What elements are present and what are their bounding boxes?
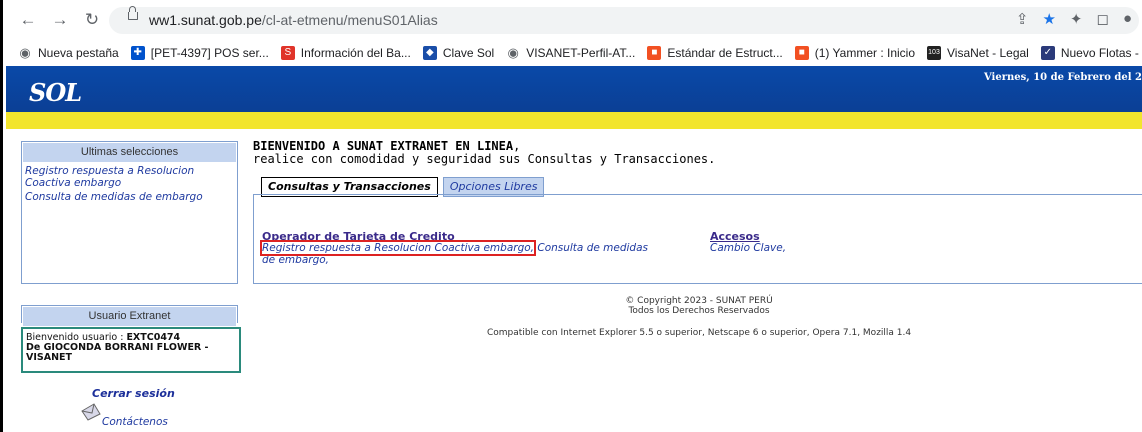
yellow-band [6,112,1142,129]
bookmark-label: Información del Ba... [300,46,411,60]
bookmark-item[interactable]: S Información del Ba... [280,46,411,60]
sol-logo: SOL [29,78,82,107]
contact-link[interactable]: Contáctenos [102,416,168,428]
recent-panel: Ultimas selecciones Registro respuesta a… [21,141,238,284]
profile-icon[interactable]: ● [1123,10,1132,28]
bookmark-label: VISANET-Perfil-AT... [526,46,636,60]
sidepanel-icon[interactable]: ◻ [1096,10,1108,28]
compatibility-note: Compatible con Internet Explorer 5.5 o s… [487,328,912,338]
header-date: Viernes, 10 de Febrero del 2 [983,72,1142,83]
bookmark-item[interactable]: ✚ [PET-4397] POS ser... [130,46,269,60]
reload-icon[interactable]: ↻ [80,10,104,30]
bookmark-item[interactable]: 103 VisaNet - Legal [927,46,1029,60]
bookmark-label: Nueva pestaña [38,46,119,60]
back-arrow-icon[interactable]: ← [16,10,40,30]
bookmarks-bar: ◉ Nueva pestaña ✚ [PET-4397] POS ser... S Inf… [6,40,1142,67]
share-icon[interactable]: ⇪ [1016,10,1029,28]
section-links-operador: Registro respuesta a Resolucion Coactiva… [259,240,662,266]
bookmark-label: VisaNet - Legal [947,46,1029,60]
num-icon: 103 [927,46,941,60]
diamond-icon: ◆ [422,46,437,60]
user-panel-title: Usuario Extranet [22,306,237,327]
welcome-title: BIENVENIDO A SUNAT EXTRANET EN LINEA [253,139,514,153]
bookmark-label: Nuevo Flotas - Sma... [1060,46,1142,60]
s-logo-icon: S [280,46,295,60]
bookmark-label: Estándar de Estruct... [667,46,783,60]
user-panel: Usuario Extranet [21,305,238,327]
bookmark-label: (1) Yammer : Inicio [814,46,915,60]
link-cambio-clave[interactable]: Cambio Clave, [710,242,786,254]
logout-link[interactable]: Cerrar sesión [92,387,175,400]
globe-icon: ◉ [19,45,31,60]
recent-link-consulta[interactable]: Consulta de medidas de embargo [22,191,237,205]
bookmark-item[interactable]: ◆ Clave Sol [422,46,495,60]
copyright: © Copyright 2023 - SUNAT PERÚ [625,296,773,306]
bookmark-label: [PET-4397] POS ser... [150,46,269,60]
footer: © Copyright 2023 - SUNAT PERÚ Todos los … [253,296,1142,316]
bookmark-item[interactable]: ◉ VISANET-Perfil-AT... [506,45,636,61]
recent-link-registro[interactable]: Registro respuesta a Resolucion Coactiva… [22,163,237,191]
bookmark-item[interactable]: ■ (1) Yammer : Inicio [794,46,915,60]
recent-panel-title: Ultimas selecciones [22,142,237,163]
browser-window: ← → ↻ ww1.sunat.gob.pe/cl-at-etmenu/menu… [0,0,1142,432]
lock-icon[interactable] [128,6,138,20]
extensions-icon[interactable]: ✦ [1070,10,1083,28]
check-icon: ✓ [1040,46,1055,60]
bookmark-item[interactable]: ■ Estándar de Estruct... [647,46,783,60]
globe-icon: ◉ [507,45,519,60]
link-registro-respuesta[interactable]: Registro respuesta a Resolucion Coactiva… [259,240,537,256]
sol-header [6,66,1142,112]
star-icon[interactable]: ★ [1042,10,1055,28]
windows-icon: ■ [794,46,809,60]
url-actions: ⇪ ★ ✦ ◻ ● [1016,10,1132,28]
welcome-message: BIENVENIDO A SUNAT EXTRANET EN LINEA, re… [253,139,716,166]
url-text[interactable]: ww1.sunat.gob.pe/cl-at-etmenu/menuS01Ali… [149,12,438,28]
bookmark-item[interactable]: ✓ Nuevo Flotas - Sma... [1040,46,1142,60]
forward-arrow-icon[interactable]: → [48,10,72,30]
bookmark-item[interactable]: ◉ Nueva pestaña [18,45,119,61]
user-name: De GIOCONDA BORRANI FLOWER - VISANET [26,342,209,363]
bookmark-label: Clave Sol [442,46,495,60]
windows-icon: ■ [647,46,662,60]
user-info-box: Bienvenido usuario : EXTC0474 De GIOCOND… [21,327,241,373]
rights: Todos los Derechos Reservados [628,306,770,316]
jira-icon: ✚ [130,46,145,60]
contact-envelope-icon[interactable] [80,403,102,421]
welcome-subtitle: realice con comodidad y seguridad sus Co… [253,152,716,166]
